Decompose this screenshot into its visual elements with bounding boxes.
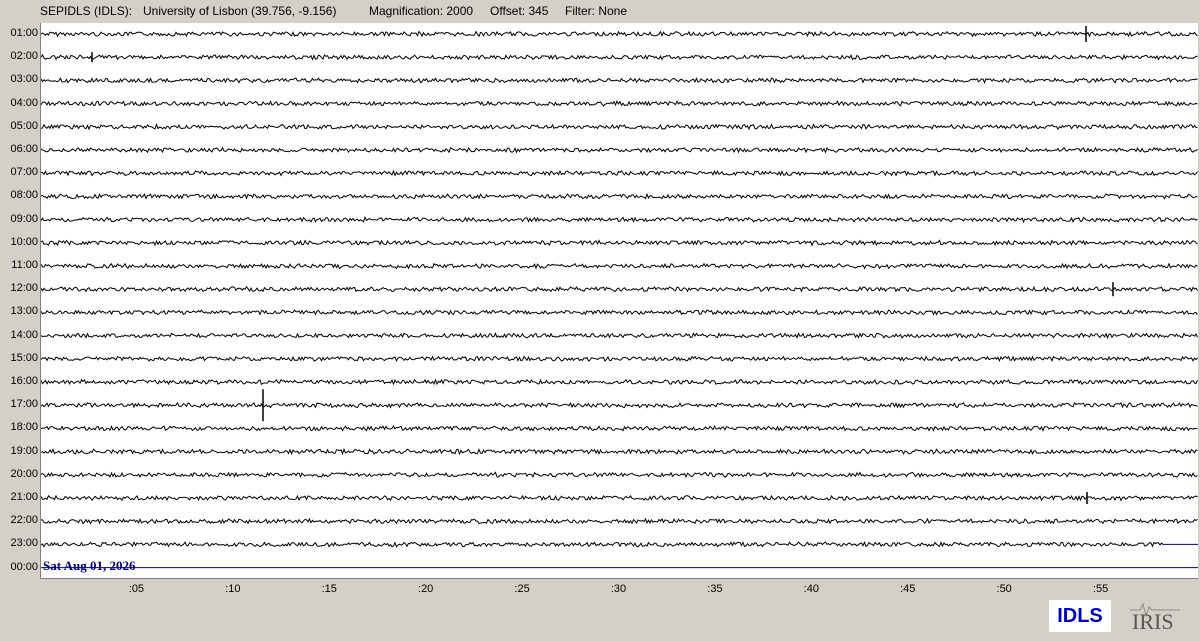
hour-label: 18:00	[10, 421, 38, 434]
hour-label: 04:00	[10, 96, 38, 109]
seismogram-traces	[41, 26, 1198, 569]
seismogram-trace	[41, 424, 1198, 432]
seismogram-trace	[41, 355, 1198, 363]
seismogram-trace	[41, 215, 1198, 224]
minute-tick-label: :45	[900, 583, 916, 595]
seismogram-trace	[41, 517, 1198, 525]
seismogram-trace	[41, 471, 1198, 479]
minute-tick-label: :20	[418, 583, 434, 595]
seismogram-trace	[41, 192, 1198, 200]
date-label: Sat Aug 01, 2026	[43, 558, 136, 573]
helicorder-plot	[40, 23, 1198, 579]
hour-label: 09:00	[10, 212, 38, 225]
hour-label: 22:00	[10, 514, 38, 527]
hour-label: 05:00	[10, 119, 38, 132]
minute-tick-label: :05	[128, 583, 145, 595]
seismogram-trace	[41, 53, 1198, 61]
hour-label: 11:00	[11, 259, 38, 271]
hour-label: 02:00	[10, 50, 38, 63]
minute-tick-label: :40	[803, 583, 819, 595]
header: SEPIDLS (IDLS): University of Lisbon (39…	[0, 0, 1200, 22]
seismogram-trace	[41, 123, 1198, 131]
hour-label: 20:00	[10, 467, 38, 480]
magnification-readout: Magnification: 2000	[369, 4, 474, 18]
hour-label: 00:00	[10, 560, 38, 573]
hour-label: 08:00	[10, 189, 38, 202]
filter-readout: Filter: None	[565, 4, 628, 18]
seismogram-trace	[41, 378, 1198, 386]
hour-label: 01:00	[10, 27, 38, 39]
seismogram-trace	[41, 30, 1198, 38]
hour-label: 17:00	[10, 398, 38, 411]
seismogram-trace	[41, 540, 1164, 548]
iris-logo-text: IRIS	[1132, 609, 1174, 634]
station-code: SEPIDLS (IDLS):	[40, 4, 133, 18]
minute-tick-label: :55	[1092, 583, 1109, 595]
hour-label: 06:00	[10, 143, 38, 155]
idls-logo: IDLS	[1049, 600, 1111, 632]
seismogram-trace	[41, 401, 1198, 409]
seismogram-trace	[41, 332, 1198, 340]
seismogram-trace	[41, 262, 1198, 270]
hour-label: 12:00	[10, 282, 38, 295]
hour-label: 19:00	[10, 444, 38, 457]
minute-tick-label: :15	[321, 583, 337, 595]
minute-tick-label: :30	[610, 583, 627, 595]
seismogram-trace	[41, 239, 1198, 247]
hour-label: 16:00	[10, 375, 38, 387]
offset-readout: Offset: 345	[490, 4, 549, 18]
seismogram-trace	[41, 169, 1198, 177]
minute-tick-label: :35	[707, 583, 723, 595]
seismogram-trace	[41, 309, 1198, 316]
hour-label: 03:00	[10, 73, 38, 86]
hour-label: 07:00	[10, 166, 38, 179]
minute-tick-label: :25	[514, 583, 530, 595]
hour-label: 10:00	[10, 235, 38, 248]
seismogram-trace	[41, 77, 1198, 84]
seismogram-trace	[41, 100, 1198, 107]
minute-tick-label: :10	[225, 583, 241, 595]
hour-label: 23:00	[10, 537, 38, 550]
station-site: University of Lisbon (39.756, -9.156)	[143, 4, 337, 18]
hour-label: 21:00	[10, 491, 38, 503]
minute-tick-label: :50	[996, 583, 1012, 595]
seismogram-trace	[41, 146, 1198, 154]
hour-label: 13:00	[10, 305, 38, 318]
seismogram-trace	[41, 285, 1198, 293]
hour-label: 14:00	[10, 328, 38, 341]
seismogram-trace	[41, 494, 1198, 502]
hour-label: 15:00	[10, 351, 38, 364]
seismogram-trace	[41, 447, 1198, 456]
